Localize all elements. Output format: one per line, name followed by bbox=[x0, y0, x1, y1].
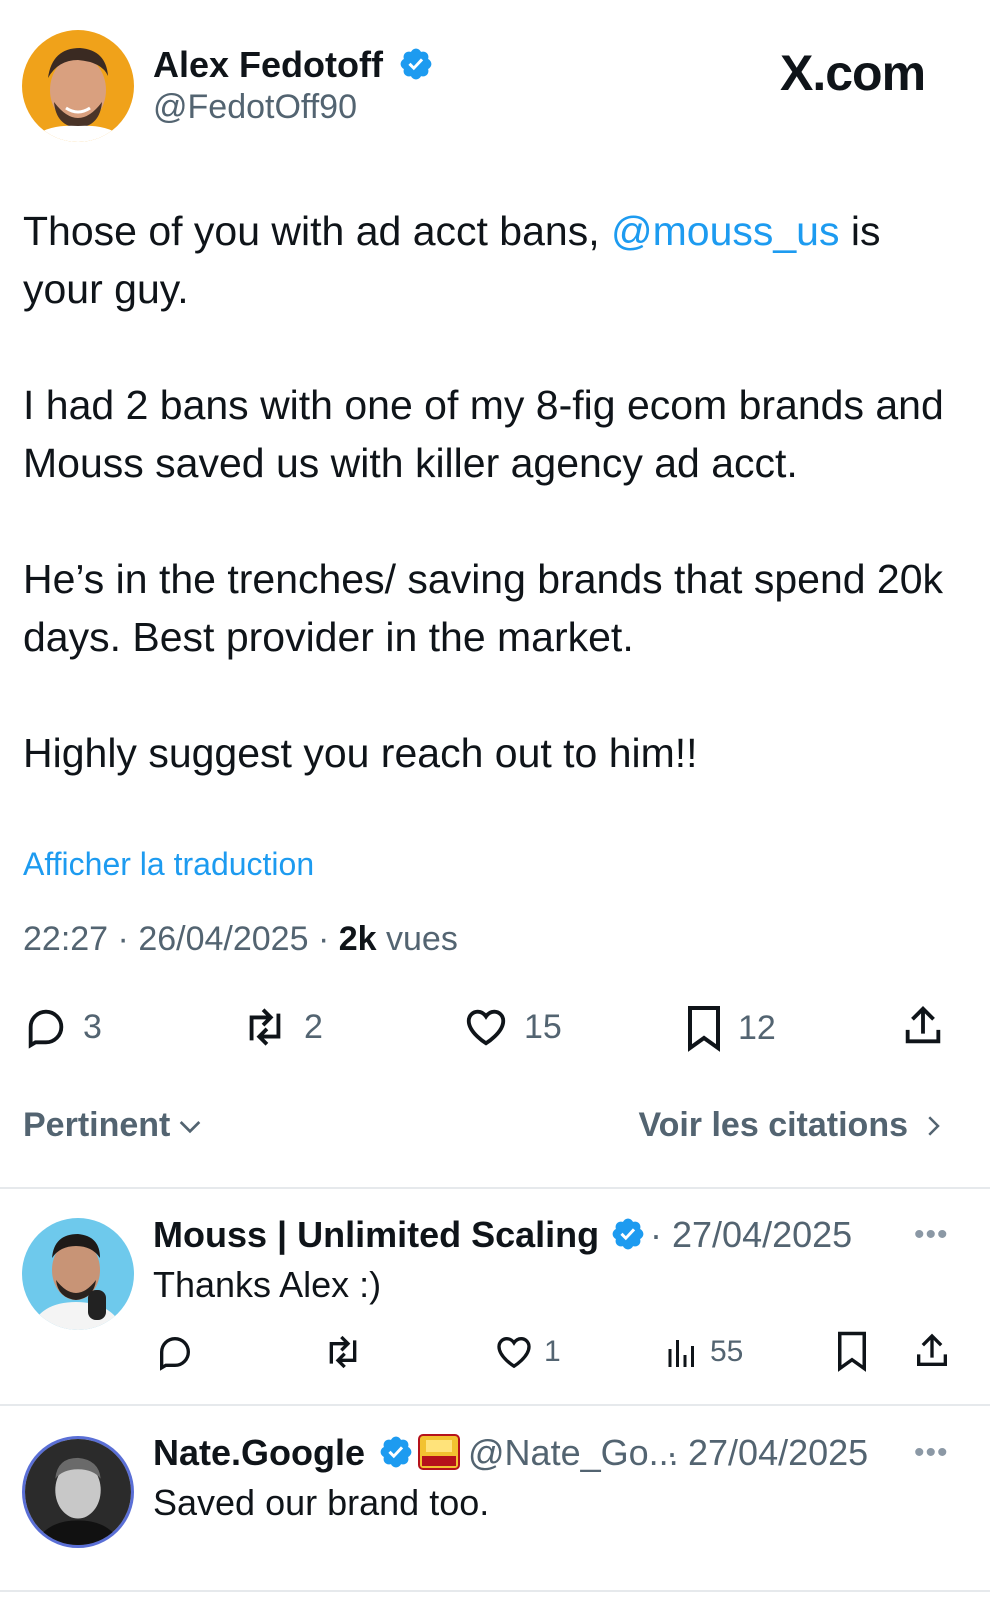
more-icon[interactable]: ••• bbox=[914, 1218, 949, 1252]
reply-date[interactable]: · 27/04/2025 bbox=[666, 1432, 868, 1474]
share-button[interactable] bbox=[900, 1002, 946, 1050]
divider bbox=[0, 1404, 990, 1406]
meta-separator: · bbox=[117, 920, 139, 958]
tweet-text-part: is your guy. I had 2 bans with one of my… bbox=[23, 208, 944, 776]
author-handle[interactable]: @FedotOff90 bbox=[153, 88, 357, 127]
bookmark-icon bbox=[838, 1331, 866, 1372]
reply-icon bbox=[28, 1009, 64, 1049]
reply-repost-button[interactable] bbox=[320, 1332, 366, 1372]
reply-author-handle[interactable]: @Nate_Go... bbox=[468, 1432, 679, 1474]
translate-link[interactable]: Afficher la traduction bbox=[23, 846, 314, 883]
mention-link[interactable]: @mouss_us bbox=[611, 208, 839, 254]
reply-date-value: 27/04/2025 bbox=[688, 1432, 869, 1473]
sort-dropdown[interactable]: Pertinent bbox=[23, 1106, 206, 1145]
chevron-right-icon bbox=[928, 1115, 940, 1136]
repost-count: 2 bbox=[304, 1007, 323, 1046]
reply-share-button[interactable] bbox=[912, 1330, 952, 1372]
reply-reply-button[interactable] bbox=[155, 1332, 195, 1372]
reply-date[interactable]: · 27/04/2025 bbox=[650, 1214, 852, 1256]
tweet-time[interactable]: 22:27 bbox=[23, 920, 108, 958]
reply-button[interactable]: 3 bbox=[23, 1004, 102, 1050]
brand-logo: X.com bbox=[780, 45, 926, 101]
chevron-down-icon bbox=[180, 1120, 201, 1133]
divider bbox=[0, 1187, 990, 1189]
bookmark-count: 12 bbox=[738, 1008, 776, 1047]
reply-avatar[interactable] bbox=[22, 1436, 134, 1548]
reply-author-name[interactable]: Nate.Google bbox=[153, 1432, 365, 1474]
author-name[interactable]: Alex Fedotoff bbox=[153, 44, 383, 86]
reply-date-value: 27/04/2025 bbox=[672, 1214, 853, 1255]
reply-bookmark-button[interactable] bbox=[834, 1330, 870, 1372]
tweet-meta: 22:27 · 26/04/2025 · 2k vues bbox=[23, 920, 458, 959]
verified-badge-icon bbox=[400, 48, 432, 80]
divider bbox=[0, 1590, 990, 1592]
bookmark-button[interactable]: 12 bbox=[684, 1004, 776, 1052]
sort-label: Pertinent bbox=[23, 1106, 171, 1144]
reply-avatar[interactable] bbox=[22, 1218, 134, 1330]
meta-separator: · bbox=[317, 920, 339, 958]
author-avatar[interactable] bbox=[22, 30, 134, 142]
share-icon bbox=[905, 1006, 941, 1044]
like-icon bbox=[497, 1336, 531, 1369]
verified-badge-icon bbox=[380, 1436, 412, 1468]
quotes-label: Voir les citations bbox=[638, 1106, 908, 1144]
reply-like-button[interactable]: 1 bbox=[494, 1332, 561, 1372]
views-icon bbox=[668, 1340, 694, 1367]
reply-views-button[interactable]: 55 bbox=[664, 1332, 743, 1372]
views-label: vues bbox=[386, 920, 458, 958]
views-count: 2k bbox=[338, 920, 377, 958]
tweet-date[interactable]: 26/04/2025 bbox=[138, 920, 308, 958]
bookmark-icon bbox=[688, 1006, 720, 1052]
like-button[interactable]: 15 bbox=[462, 1004, 562, 1050]
verified-badge-icon bbox=[612, 1218, 644, 1250]
reply-author-name[interactable]: Mouss | Unlimited Scaling bbox=[153, 1214, 599, 1256]
reply-count: 3 bbox=[83, 1007, 102, 1046]
more-icon[interactable]: ••• bbox=[914, 1436, 949, 1470]
repost-button[interactable]: 2 bbox=[240, 1004, 323, 1050]
tweet-text-part: Those of you with ad acct bans, bbox=[23, 208, 611, 254]
affiliate-badge-icon bbox=[418, 1434, 460, 1470]
view-quotes-link[interactable]: Voir les citations bbox=[638, 1106, 948, 1145]
reply-text: Thanks Alex :) bbox=[153, 1264, 382, 1305]
reply-text: Saved our brand too. bbox=[153, 1482, 490, 1523]
share-icon bbox=[917, 1333, 947, 1366]
tweet-text: Those of you with ad acct bans, @mouss_u… bbox=[23, 202, 963, 782]
like-icon bbox=[466, 1009, 506, 1046]
reply-views-count: 55 bbox=[710, 1335, 744, 1368]
reply-icon bbox=[160, 1336, 191, 1371]
repost-icon bbox=[249, 1008, 281, 1046]
repost-icon bbox=[329, 1335, 357, 1369]
reply-like-count: 1 bbox=[544, 1335, 561, 1368]
like-count: 15 bbox=[524, 1007, 562, 1046]
